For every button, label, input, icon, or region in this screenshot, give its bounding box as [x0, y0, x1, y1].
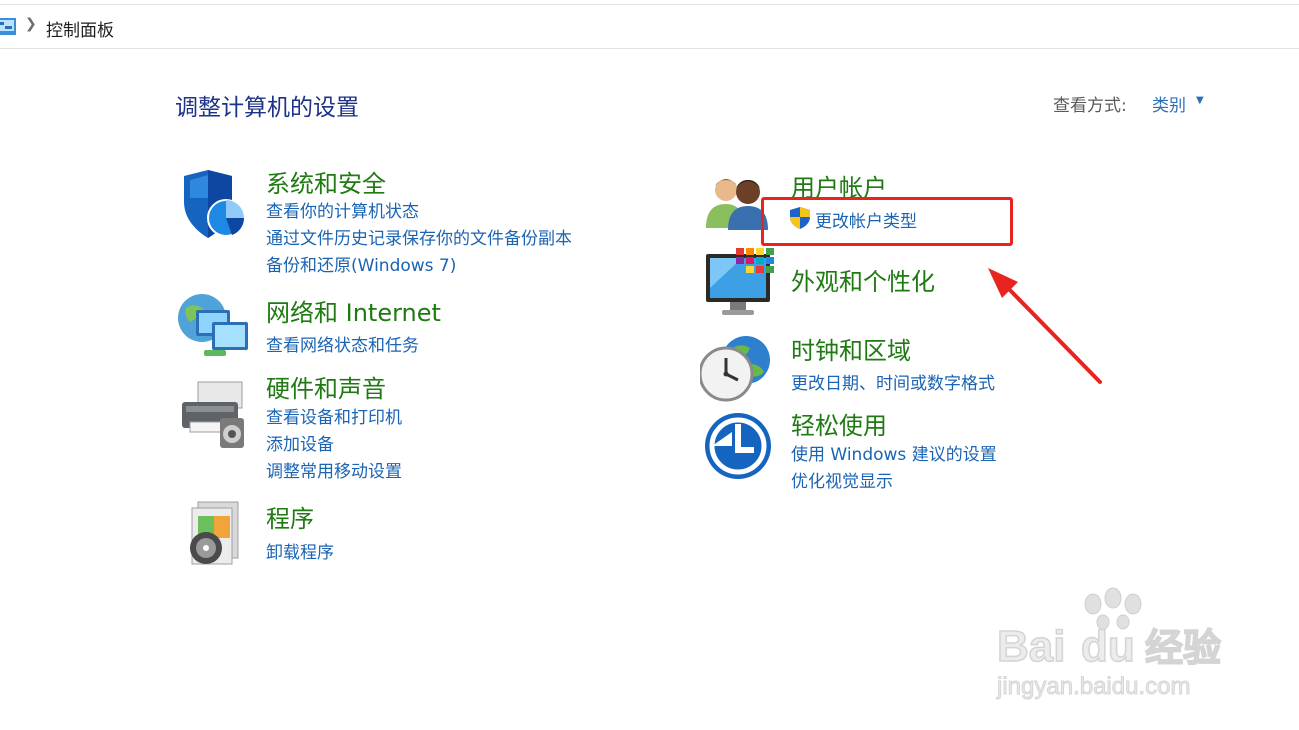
- category-network-internet[interactable]: 网络和 Internet: [266, 293, 441, 328]
- view-by-label: 查看方式:: [1053, 96, 1127, 116]
- link-network-status[interactable]: 查看网络状态和任务: [266, 331, 419, 356]
- link-windows-recommended-settings[interactable]: 使用 Windows 建议的设置: [791, 440, 997, 465]
- link-backup-restore[interactable]: 备份和还原(Windows 7): [266, 251, 456, 276]
- baidu-watermark: Bai du 经验 jingyan.baidu.com: [996, 587, 1222, 701]
- annotation-arrow: [988, 268, 1102, 384]
- link-view-computer-status[interactable]: 查看你的计算机状态: [266, 197, 419, 222]
- link-add-device[interactable]: 添加设备: [266, 430, 334, 455]
- link-devices-printers[interactable]: 查看设备和打印机: [266, 403, 402, 428]
- category-appearance[interactable]: 外观和个性化: [791, 262, 935, 297]
- breadcrumb-control-panel[interactable]: 控制面板: [46, 16, 114, 41]
- highlight-annotation-box: [761, 197, 1013, 246]
- shield-icon[interactable]: [178, 168, 248, 240]
- page-title: 调整计算机的设置: [175, 95, 359, 121]
- clock-globe-icon[interactable]: [700, 334, 772, 402]
- appearance-monitor-icon[interactable]: [706, 248, 774, 318]
- control-panel-icon: [0, 18, 16, 35]
- address-bar[interactable]: ❯ 控制面板: [0, 4, 1299, 49]
- category-ease-of-access[interactable]: 轻松使用: [791, 406, 887, 441]
- watermark-brand-right: 经验: [1145, 626, 1221, 670]
- view-by-dropdown[interactable]: 类别: [1152, 91, 1186, 116]
- chevron-right-icon[interactable]: ❯: [25, 16, 37, 32]
- link-change-date-time-format[interactable]: 更改日期、时间或数字格式: [791, 369, 995, 394]
- link-mobility-settings[interactable]: 调整常用移动设置: [266, 457, 402, 482]
- watermark-brand-left: Bai: [997, 622, 1065, 671]
- category-system-security[interactable]: 系统和安全: [266, 164, 386, 199]
- svg-text:du: du: [1081, 622, 1135, 671]
- caret-down-icon[interactable]: ▼: [1196, 95, 1204, 106]
- network-globe-icon[interactable]: [176, 292, 250, 362]
- printer-icon[interactable]: [176, 378, 248, 450]
- ease-of-access-icon[interactable]: [704, 412, 772, 480]
- link-file-history-backup[interactable]: 通过文件历史记录保存你的文件备份副本: [266, 224, 572, 249]
- category-programs[interactable]: 程序: [266, 499, 314, 534]
- watermark-url: jingyan.baidu.com: [996, 673, 1190, 700]
- link-optimize-visual-display[interactable]: 优化视觉显示: [791, 467, 893, 492]
- link-uninstall-program[interactable]: 卸载程序: [266, 538, 334, 563]
- category-hardware-sound[interactable]: 硬件和声音: [266, 369, 386, 404]
- programs-disc-icon[interactable]: [184, 500, 244, 568]
- category-clock-region[interactable]: 时钟和区域: [791, 331, 911, 366]
